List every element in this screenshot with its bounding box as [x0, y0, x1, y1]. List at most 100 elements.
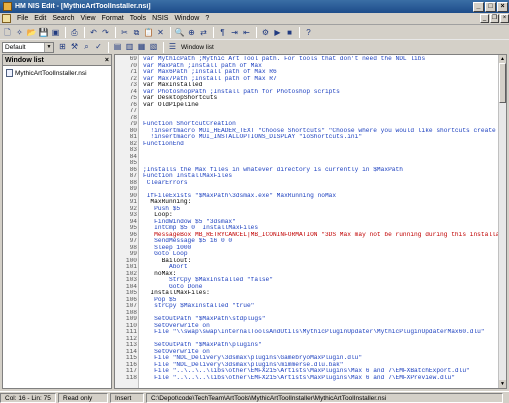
replace-icon[interactable]: ⇄	[198, 27, 209, 38]
code-text: Goto Done	[143, 283, 203, 290]
code-text: Sleep 1000	[143, 244, 192, 251]
find-icon[interactable]: 🔍	[174, 27, 185, 38]
cascade-icon[interactable]: ▤	[112, 42, 123, 53]
profile-combo[interactable]: Default ▼	[2, 41, 54, 53]
code-text: var MaxPath ;Install path of Max	[143, 62, 262, 69]
child-close-button[interactable]: ×	[500, 14, 509, 23]
code-text: IfFileExists "$MaxPath\3dsmax.exe" MaxRu…	[143, 192, 337, 199]
document-icon[interactable]	[2, 14, 11, 23]
scrollbar-thumb[interactable]	[499, 63, 506, 103]
main-toolbar: 🗋 ✧ 📂 💾 ▣ ⎙ ↶ ↷ ✂ ⧉ 📋 ✕ 🔍 ⊕ ⇄ ¶ ⇥ ⇤ ⚙ ▶ …	[0, 26, 509, 40]
paragraph-icon[interactable]: ¶	[217, 27, 228, 38]
tile-vertical-icon[interactable]: ▦	[136, 42, 147, 53]
toolbar-separator	[65, 27, 66, 38]
save-icon[interactable]: 💾	[38, 27, 49, 38]
browse-icon[interactable]: ⌕	[81, 42, 92, 53]
window-list-item-label: MythicArtToolInstaller.nsi	[15, 69, 87, 77]
toolbar-separator	[170, 27, 171, 38]
document-icon	[6, 69, 13, 77]
window-list-toggle[interactable]: Window list	[181, 44, 214, 51]
code-text: strCpy $MaxInstalled "true"	[143, 303, 255, 309]
copy-icon[interactable]: ⧉	[131, 27, 142, 38]
code-text: SendMessage $5 16 0 0	[143, 238, 233, 244]
code-text: var MaxInstalled	[143, 82, 203, 88]
read-only-status: Read only	[58, 392, 108, 403]
vertical-scrollbar[interactable]: ▲ ▼	[498, 55, 506, 388]
window-list-title: Window list	[5, 57, 44, 64]
code-text: SetOutPath "$MaxPath\plugins"	[143, 342, 262, 348]
close-button[interactable]: ×	[497, 1, 508, 12]
menu-file[interactable]: File	[14, 15, 31, 22]
menu-bar: File Edit Search View Format Tools NSIS …	[0, 13, 509, 25]
maximize-button[interactable]: □	[485, 1, 496, 12]
menu-search[interactable]: Search	[49, 15, 77, 22]
code-text: Push $5	[143, 205, 181, 212]
menu-help[interactable]: ?	[202, 15, 212, 22]
tile-horizontal-icon[interactable]: ▥	[124, 42, 135, 53]
code-text: var Max7Path ;Install path of Max R7	[143, 75, 277, 82]
code-line[interactable]: 118 File "..\..\..\libs\other\EMFX215\Ar…	[115, 375, 501, 382]
toolbar-separator	[84, 27, 85, 38]
save-all-icon[interactable]: ▣	[50, 27, 61, 38]
code-text: SetOverwrite on	[143, 348, 210, 355]
title-bar: HM NIS Edit - [MythicArtToolInstaller.ns…	[0, 0, 509, 13]
indent-icon[interactable]: ⇥	[229, 27, 240, 38]
menu-view[interactable]: View	[78, 15, 99, 22]
install-options-icon[interactable]: ⊞	[57, 42, 68, 53]
window-list-icon[interactable]: ☰	[167, 42, 178, 53]
code-text: !insertmacro MUI_HEADER_TEXT "Choose Sho…	[143, 127, 496, 134]
scroll-down-icon[interactable]: ▼	[499, 380, 506, 388]
code-text: SetOverwrite on	[143, 322, 210, 329]
window-list-panel: Window list × MythicArtToolInstaller.nsi	[2, 54, 112, 389]
code-text: Abort	[143, 264, 188, 270]
new-file-icon[interactable]: 🗋	[2, 27, 13, 38]
compile-icon[interactable]: ⚙	[260, 27, 271, 38]
test-icon[interactable]: ✓	[93, 42, 104, 53]
profile-combo-value: Default	[5, 43, 26, 51]
undo-icon[interactable]: ↶	[88, 27, 99, 38]
cut-icon[interactable]: ✂	[119, 27, 130, 38]
settings-icon[interactable]: ⚒	[69, 42, 80, 53]
child-restore-button[interactable]: ❐	[490, 14, 499, 23]
code-text: StrCpy $MaxInstalled "false"	[143, 277, 273, 283]
code-line[interactable]: 111 File "\\swap\swap\InternalToolsAndUt…	[115, 329, 501, 336]
redo-icon[interactable]: ↷	[100, 27, 111, 38]
new-wizard-icon[interactable]: ✧	[14, 27, 25, 38]
print-icon[interactable]: ⎙	[69, 27, 80, 38]
outdent-icon[interactable]: ⇤	[241, 27, 252, 38]
chevron-down-icon[interactable]: ▼	[44, 42, 53, 52]
menu-edit[interactable]: Edit	[31, 15, 49, 22]
secondary-toolbar: Default ▼ ⊞ ⚒ ⌕ ✓ ▤ ▥ ▦ ▧ ☰ Window list	[0, 40, 509, 54]
minimize-button[interactable]: _	[473, 1, 484, 12]
close-icon[interactable]: ×	[105, 55, 109, 66]
open-folder-icon[interactable]: 📂	[26, 27, 37, 38]
help-icon[interactable]: ?	[303, 27, 314, 38]
menu-format[interactable]: Format	[99, 15, 127, 22]
scroll-up-icon[interactable]: ▲	[499, 55, 506, 63]
arrange-icon[interactable]: ▧	[148, 42, 159, 53]
stop-icon[interactable]: ■	[284, 27, 295, 38]
file-path-status: C:\Depot\code\TechTeam\ArtTools\MythicAr…	[146, 392, 503, 403]
window-list-item[interactable]: MythicArtToolInstaller.nsi	[3, 68, 111, 78]
code-text: !insertmacro MUI_INSTALLOPTIONS_DISPLAY …	[143, 134, 363, 140]
code-text: ;Installs the Max files in whatever dire…	[143, 166, 403, 173]
code-editor[interactable]: 69 var MythicPath ;Mythic Art Tool path. …	[114, 54, 507, 389]
paste-icon[interactable]: 📋	[143, 27, 154, 38]
code-text: InstallMaxFiles:	[143, 290, 210, 296]
toolbar-separator	[213, 27, 214, 38]
menu-window[interactable]: Window	[171, 15, 202, 22]
child-minimize-button[interactable]: _	[480, 14, 489, 23]
delete-icon[interactable]: ✕	[155, 27, 166, 38]
code-lines[interactable]: 69 var MythicPath ;Mythic Art Tool path. …	[115, 56, 501, 381]
code-text: var Max6Path ;Install path of Max R6	[143, 69, 277, 75]
run-icon[interactable]: ▶	[272, 27, 283, 38]
code-text: MessageBox MB_RETRYCANCEL|MB_ICONINFORMA…	[143, 231, 500, 238]
status-bar: Col: 16 - Lin: 75 Read only Insert C:\De…	[0, 391, 509, 403]
find-next-icon[interactable]: ⊕	[186, 27, 197, 38]
menu-nsis[interactable]: NSIS	[149, 15, 171, 22]
code-text: var PhotoshopPath ;Install path for Phot…	[143, 88, 340, 95]
code-text: Loop:	[143, 212, 173, 218]
menu-tools[interactable]: Tools	[127, 15, 149, 22]
code-text: IntCmp $5 0 InstallMaxFiles	[143, 225, 259, 231]
code-text: File "NDL_Delivery\3dsmax\plugins\Gamebr…	[143, 355, 363, 361]
